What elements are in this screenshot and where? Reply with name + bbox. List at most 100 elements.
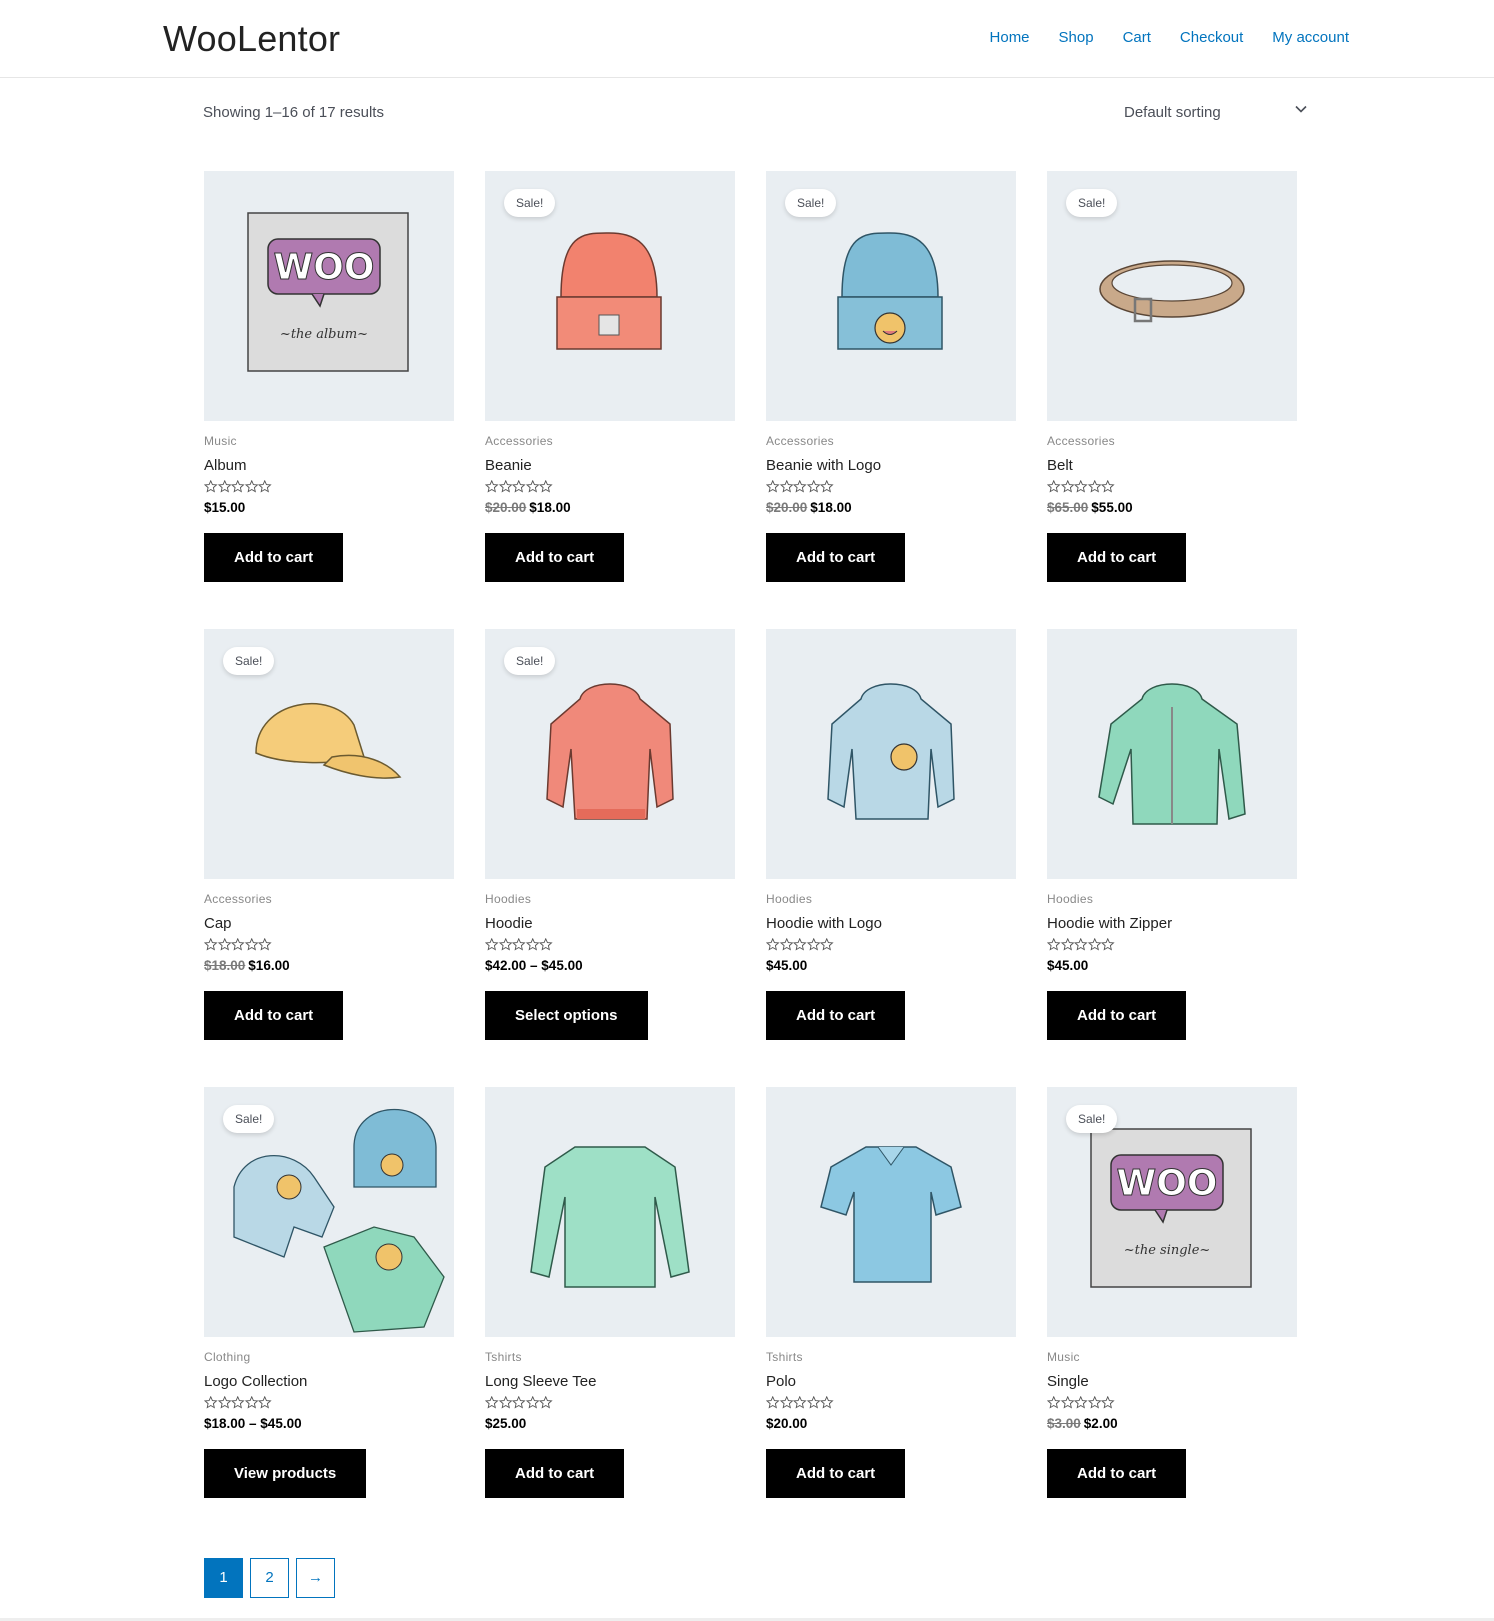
product-action-button[interactable]: Add to cart <box>485 533 625 582</box>
product-image[interactable]: Sale! <box>766 171 1016 421</box>
sale-badge: Sale! <box>223 647 275 675</box>
product-title[interactable]: Logo Collection <box>204 1373 454 1393</box>
product-title[interactable]: Belt <box>1047 457 1297 477</box>
star-empty-icon <box>793 480 807 493</box>
star-empty-icon <box>204 1396 218 1409</box>
star-empty-icon <box>1087 480 1101 493</box>
product-category[interactable]: Hoodies <box>766 892 1016 908</box>
current-price: $2.00 <box>1083 1416 1118 1431</box>
product-action-button[interactable]: Select options <box>485 991 648 1040</box>
star-empty-icon <box>498 938 512 951</box>
star-empty-icon <box>793 938 807 951</box>
product-image[interactable]: Sale! <box>485 171 735 421</box>
star-empty-icon <box>1087 1396 1101 1409</box>
next-page-link[interactable]: → <box>296 1558 335 1598</box>
nav-checkout[interactable]: Checkout <box>1180 29 1243 46</box>
nav-home[interactable]: Home <box>990 29 1030 46</box>
star-empty-icon <box>217 1396 231 1409</box>
product-action-button[interactable]: View products <box>204 1449 367 1498</box>
product-category[interactable]: Tshirts <box>485 1350 735 1366</box>
current-price: $45.00 <box>766 958 808 973</box>
product-image[interactable]: Sale! <box>1047 171 1297 421</box>
star-empty-icon <box>806 480 820 493</box>
product-title[interactable]: Album <box>204 457 454 477</box>
product-action-button[interactable]: Add to cart <box>766 533 906 582</box>
product-image[interactable]: WOO ~the album~ <box>204 171 454 421</box>
product-image[interactable]: Sale! <box>204 629 454 879</box>
product-action-button[interactable]: Add to cart <box>1047 991 1187 1040</box>
sale-badge: Sale! <box>504 647 556 675</box>
product-title[interactable]: Polo <box>766 1373 1016 1393</box>
product-category[interactable]: Music <box>204 434 454 450</box>
current-price: $42.00 – $45.00 <box>485 958 583 973</box>
star-empty-icon <box>1060 1396 1074 1409</box>
sale-badge: Sale! <box>223 1105 275 1133</box>
nav-shop[interactable]: Shop <box>1059 29 1094 46</box>
product-illustration: WOO ~the album~ <box>247 212 409 372</box>
product-card: Tshirts Long Sleeve Tee $25.00 Add to ca… <box>485 1087 735 1498</box>
product-action-button[interactable]: Add to cart <box>766 1449 906 1498</box>
product-action-button[interactable]: Add to cart <box>485 1449 625 1498</box>
star-empty-icon <box>485 480 499 493</box>
product-image[interactable] <box>485 1087 735 1337</box>
star-empty-icon <box>525 480 539 493</box>
product-image[interactable] <box>766 629 1016 879</box>
product-category[interactable]: Music <box>1047 1350 1297 1366</box>
product-image[interactable]: WOO ~the single~ Sale! <box>1047 1087 1297 1337</box>
product-title[interactable]: Hoodie with Logo <box>766 915 1016 935</box>
star-empty-icon <box>525 1396 539 1409</box>
product-title[interactable]: Beanie with Logo <box>766 457 1016 477</box>
product-action-button[interactable]: Add to cart <box>1047 1449 1187 1498</box>
star-rating <box>1047 480 1297 498</box>
product-category[interactable]: Hoodies <box>1047 892 1297 908</box>
nav-cart[interactable]: Cart <box>1123 29 1151 46</box>
shop-toolbar: Showing 1–16 of 17 results Default sorti… <box>203 100 1320 126</box>
pagination: 1 2 → <box>204 1558 342 1598</box>
product-title[interactable]: Single <box>1047 1373 1297 1393</box>
sorting-select[interactable]: Default sorting <box>1100 100 1320 126</box>
product-action-button[interactable]: Add to cart <box>1047 533 1187 582</box>
star-empty-icon <box>485 938 499 951</box>
star-empty-icon <box>485 1396 499 1409</box>
product-price: $3.00 $2.00 <box>1047 1416 1297 1436</box>
product-title[interactable]: Cap <box>204 915 454 935</box>
star-empty-icon <box>1074 480 1088 493</box>
product-image[interactable]: Sale! <box>485 629 735 879</box>
product-image[interactable] <box>1047 629 1297 879</box>
star-empty-icon <box>498 480 512 493</box>
page-2-link[interactable]: 2 <box>250 1558 289 1598</box>
star-empty-icon <box>1101 1396 1115 1409</box>
product-card: Tshirts Polo $20.00 Add to cart <box>766 1087 1016 1498</box>
regular-price: $3.00 <box>1047 1416 1081 1431</box>
product-category[interactable]: Accessories <box>1047 434 1297 450</box>
product-illustration <box>820 1146 962 1283</box>
product-title[interactable]: Beanie <box>485 457 735 477</box>
star-empty-icon <box>779 480 793 493</box>
product-action-button[interactable]: Add to cart <box>204 991 344 1040</box>
product-category[interactable]: Accessories <box>485 434 735 450</box>
star-empty-icon <box>1060 480 1074 493</box>
product-title[interactable]: Long Sleeve Tee <box>485 1373 735 1393</box>
regular-price: $18.00 <box>204 958 246 973</box>
product-category[interactable]: Clothing <box>204 1350 454 1366</box>
product-image[interactable]: Sale! <box>204 1087 454 1337</box>
product-action-button[interactable]: Add to cart <box>204 533 344 582</box>
star-empty-icon <box>1047 938 1061 951</box>
star-empty-icon <box>258 480 272 493</box>
product-category[interactable]: Accessories <box>766 434 1016 450</box>
nav-my-account[interactable]: My account <box>1272 29 1349 46</box>
product-category[interactable]: Tshirts <box>766 1350 1016 1366</box>
sale-badge: Sale! <box>1066 189 1118 217</box>
product-action-button[interactable]: Add to cart <box>766 991 906 1040</box>
product-title[interactable]: Hoodie <box>485 915 735 935</box>
product-category[interactable]: Accessories <box>204 892 454 908</box>
star-empty-icon <box>1060 938 1074 951</box>
product-image[interactable] <box>766 1087 1016 1337</box>
site-title[interactable]: WooLentor <box>163 18 340 60</box>
product-price: $25.00 <box>485 1416 735 1436</box>
star-empty-icon <box>793 1396 807 1409</box>
product-title[interactable]: Hoodie with Zipper <box>1047 915 1297 935</box>
product-category[interactable]: Hoodies <box>485 892 735 908</box>
star-empty-icon <box>244 480 258 493</box>
sorting-selected-value: Default sorting <box>1124 104 1221 121</box>
